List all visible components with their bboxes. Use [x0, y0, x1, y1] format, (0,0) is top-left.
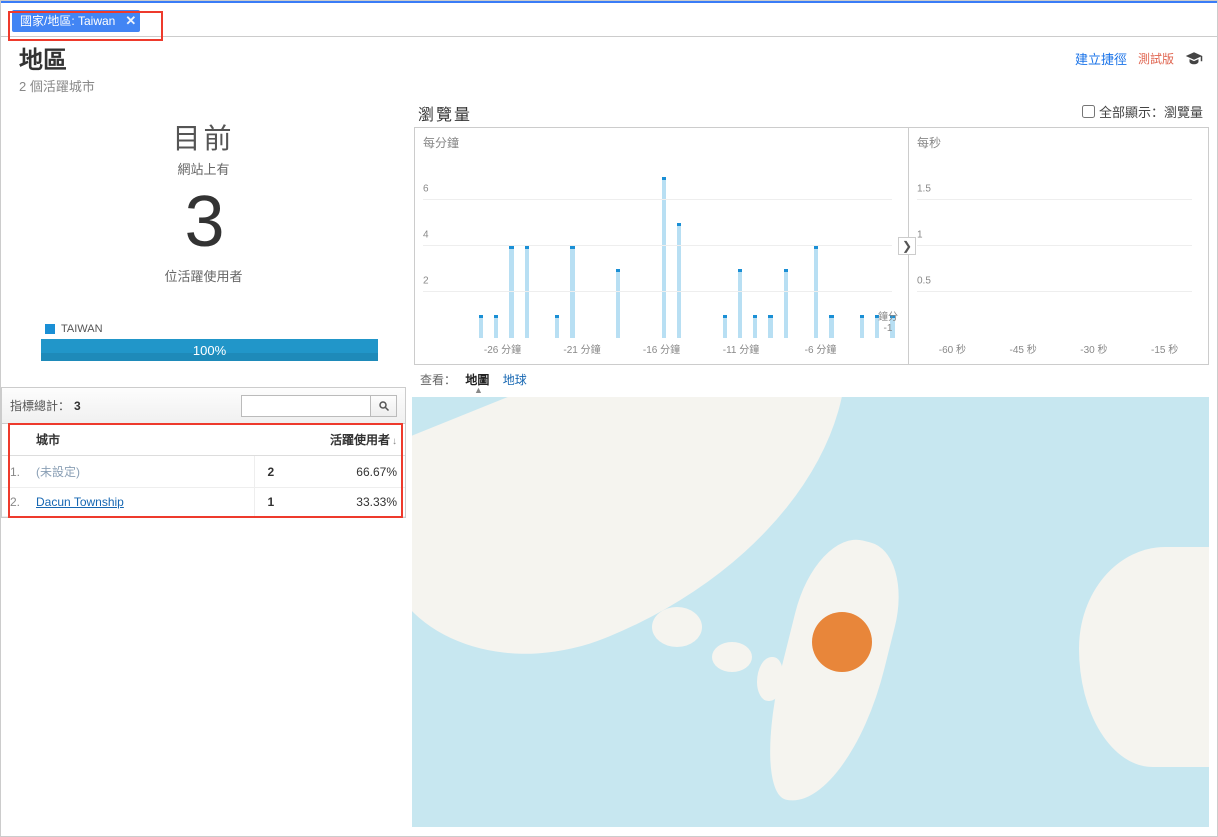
chart-bar — [768, 315, 772, 338]
legend-swatch — [45, 324, 55, 334]
col-active-users[interactable]: 活躍使用者↓ — [254, 424, 405, 456]
chart-bar — [814, 246, 818, 338]
sort-desc-icon: ↓ — [392, 436, 397, 447]
x-tick: -30 秒 — [1080, 341, 1107, 356]
map-view-toggle: 查看： 地圖 地球 ▲ — [414, 365, 1217, 397]
chart-bar — [784, 269, 788, 338]
selected-indicator-icon: ▲ — [474, 387, 1217, 393]
map-landmass — [652, 607, 702, 647]
close-icon[interactable]: ✕ — [125, 14, 136, 27]
chart-plot-area: 鐘分-1 246-26 分鐘-21 分鐘-16 分鐘-11 分鐘-6 分鐘 — [423, 154, 900, 338]
chart-bar — [570, 246, 574, 338]
chart-bar — [829, 315, 833, 338]
y-tick: 2 — [423, 276, 429, 287]
pct-cell: 66.67% — [282, 456, 405, 488]
city-table-panel: 指標總計： 3 城市 活躍使用者↓ — [1, 387, 406, 518]
pct-cell: 33.33% — [282, 488, 405, 517]
percentage-bar-label: 100% — [193, 343, 226, 358]
filter-chip-country[interactable]: 國家/地區: Taiwan ✕ — [12, 10, 140, 32]
y-tick: 4 — [423, 230, 429, 241]
current-label-1: 目前 — [1, 117, 406, 157]
x-tick: -11 分鐘 — [723, 341, 760, 356]
chart-bar — [509, 246, 513, 338]
beta-badge: 測試版 — [1137, 49, 1175, 68]
x-tick: -60 秒 — [939, 341, 966, 356]
chart-next-arrow[interactable]: ❯ — [898, 237, 916, 255]
page-header: 地區 2 個活躍城市 建立捷徑 測試版 — [1, 37, 1217, 95]
search-input[interactable] — [241, 395, 371, 417]
chart-title: 瀏覽量 — [414, 95, 472, 127]
x-tick: -6 分鐘 — [805, 341, 837, 356]
graduation-cap-icon[interactable] — [1185, 50, 1203, 68]
total-label: 指標總計： — [10, 397, 70, 414]
charts-container: ❯ 每分鐘 鐘分-1 2 4 6 -26 分鐘 -21 分鐘 -16 分鐘 -11 分鐘 -6… — [414, 127, 1209, 365]
x-tick: -15 秒 — [1151, 341, 1178, 356]
city-cell[interactable]: (未設定) — [28, 456, 254, 488]
search-icon — [378, 400, 390, 412]
map-data-dot[interactable] — [812, 612, 872, 672]
y-tick: 6 — [423, 184, 429, 195]
current-label-2: 網站上有 — [1, 159, 406, 178]
geo-map[interactable] — [412, 397, 1209, 827]
y-tick: 0.5 — [917, 276, 931, 287]
map-landmass — [1079, 547, 1209, 767]
chart-bar — [662, 177, 666, 338]
users-cell: 2 — [254, 456, 282, 488]
city-table: 城市 活躍使用者↓ 1. (未設定) 2 66.67% 2. — [2, 424, 405, 517]
chart-bar — [525, 246, 529, 338]
page-title: 地區 — [19, 49, 95, 73]
chart-bar — [494, 315, 498, 338]
view-globe-tab[interactable]: 地球 — [503, 373, 527, 387]
row-index: 2. — [2, 488, 28, 517]
current-label-3: 位活躍使用者 — [1, 266, 406, 285]
active-users-panel: 目前 網站上有 3 位活躍使用者 — [1, 95, 406, 285]
chart-bar — [677, 223, 681, 338]
show-all-checkbox[interactable] — [1082, 105, 1095, 118]
x-tick: -26 分鐘 — [484, 341, 521, 356]
y-tick: 1 — [917, 230, 923, 241]
chart-bar — [479, 315, 483, 338]
chart-subtitle: 每秒 — [909, 128, 1208, 157]
page-subtitle: 2 個活躍城市 — [19, 76, 95, 95]
show-all-label: 全部顯示：瀏覽量 — [1099, 102, 1203, 121]
row-index: 1. — [2, 456, 28, 488]
create-shortcut-link[interactable]: 建立捷徑 — [1075, 49, 1127, 68]
table-row[interactable]: 2. Dacun Township 1 33.33% — [2, 488, 405, 517]
y-tick: 1.5 — [917, 184, 931, 195]
city-link[interactable]: Dacun Township — [36, 495, 124, 509]
chart-bar — [753, 315, 757, 338]
col-index — [2, 424, 28, 456]
users-cell: 1 — [254, 488, 282, 517]
x-tick: -16 分鐘 — [643, 341, 680, 356]
filter-bar: 國家/地區: Taiwan ✕ — [1, 1, 1217, 37]
percentage-bar: 100% — [41, 339, 378, 361]
col-city[interactable]: 城市 — [28, 424, 254, 456]
chart-bar — [723, 315, 727, 338]
map-landmass — [562, 567, 632, 617]
table-row[interactable]: 1. (未設定) 2 66.67% — [2, 456, 405, 488]
map-landmass — [712, 642, 752, 672]
total-value: 3 — [74, 399, 81, 413]
x-tick: -45 秒 — [1010, 341, 1037, 356]
chart-subtitle: 每分鐘 — [415, 128, 908, 157]
chart-per-minute: 每分鐘 鐘分-1 2 4 6 -26 分鐘 -21 分鐘 -16 分鐘 -11 分鐘 -6 分… — [415, 128, 908, 364]
chart-bar — [860, 315, 864, 338]
chart-bar — [738, 269, 742, 338]
filter-chip-label: 國家/地區: Taiwan — [20, 12, 115, 29]
chart-bar — [555, 315, 559, 338]
y-axis-unit: 鐘分-1 — [878, 312, 898, 334]
show-all-toggle[interactable]: 全部顯示：瀏覽量 — [1078, 102, 1217, 121]
view-label: 查看： — [420, 373, 456, 387]
city-cell[interactable]: Dacun Township — [28, 488, 254, 517]
x-tick: -21 分鐘 — [563, 341, 600, 356]
chart-per-second: 每秒 0.5 1 1.5 -60 秒 -45 秒 -30 秒 -15 秒 — [908, 128, 1208, 364]
chart-bar — [616, 269, 620, 338]
legend-label: TAIWAN — [61, 323, 103, 335]
legend-row: TAIWAN — [45, 323, 406, 335]
search-button[interactable] — [371, 395, 397, 417]
table-toolbar: 指標總計： 3 — [2, 388, 405, 424]
active-users-count: 3 — [1, 186, 406, 258]
chart-plot-area: 0.511.5-60 秒-45 秒-30 秒-15 秒 — [917, 154, 1200, 338]
